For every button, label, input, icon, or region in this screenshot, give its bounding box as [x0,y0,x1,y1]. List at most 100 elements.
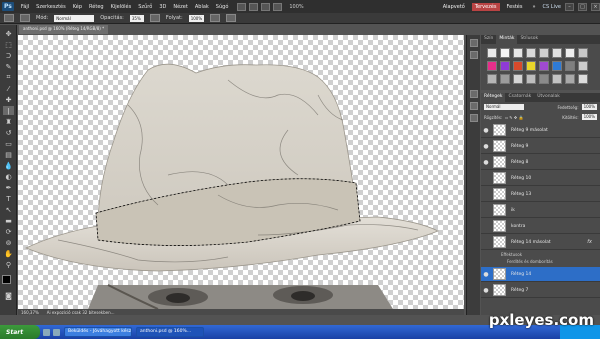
brush-preset-icon[interactable] [4,14,14,22]
foreground-color-swatch[interactable] [2,275,11,284]
lasso-tool-icon[interactable]: ᑐ [3,51,14,60]
effect-item[interactable]: Ferdítés és domborítás [507,259,553,264]
workspace-painting[interactable]: Festés [504,3,526,11]
layer-thumbnail[interactable] [493,156,506,168]
brush-panel-icon[interactable] [470,90,478,98]
visibility-eye-icon[interactable]: ● [481,143,491,150]
eyedropper-tool-icon[interactable]: ⁄ [3,84,14,93]
color-swatch[interactable] [552,74,562,84]
menu-edit[interactable]: Szerkesztés [36,4,66,10]
color-swatch[interactable] [526,74,536,84]
status-zoom[interactable]: 160,37% [21,310,39,315]
taskbar-item-photoshop[interactable]: anthoni.psd @ 160%... [136,327,204,337]
airbrush-icon[interactable] [210,14,221,22]
path-select-tool-icon[interactable]: ↖ [3,205,14,214]
status-info[interactable]: Ai expozíció csak 32 bitesekben... [47,310,115,315]
visibility-eye-icon[interactable]: ● [481,287,491,294]
character-panel-icon[interactable] [470,114,478,122]
opacity-field[interactable]: 35% [129,14,144,22]
menu-filter[interactable]: Szűrő [138,4,152,10]
layer-name[interactable]: kontra [511,224,525,229]
layer-thumbnail[interactable] [493,124,506,136]
menu-view[interactable]: Nézet [173,4,187,10]
restore-icon[interactable]: □ [578,2,587,11]
tab-styles[interactable]: Stílusok [517,35,541,44]
3d-rotate-tool-icon[interactable]: ⟳ [3,227,14,236]
tab-channels[interactable]: Csatornák [505,93,534,102]
layer-thumbnail[interactable] [493,220,506,232]
brush-tool-icon[interactable]: ǀ [3,106,14,115]
layer-row[interactable]: ● Réteg 7 [481,283,600,298]
visibility-eye-icon[interactable]: ● [481,159,491,166]
layer-thumbnail[interactable] [493,188,506,200]
minimize-icon[interactable]: – [565,2,574,11]
layer-row[interactable]: ● Réteg 9 másolat [481,123,600,138]
quicklaunch-icon[interactable] [43,328,50,336]
layer-row[interactable]: Réteg 10 [481,171,600,186]
menu-help[interactable]: Súgó [216,4,229,10]
hand-icon[interactable] [261,2,271,11]
eraser-tool-icon[interactable]: ▭ [3,139,14,148]
layer-name[interactable]: Réteg 8 [511,160,528,165]
layer-name[interactable]: Réteg 13 [511,192,531,197]
quick-mask-icon[interactable]: ◙ [3,291,14,300]
workspace-more-icon[interactable]: » [529,3,538,11]
menu-select[interactable]: Kijelölés [111,4,132,10]
crop-tool-icon[interactable]: ⌗ [3,73,14,82]
menu-3d[interactable]: 3D [159,4,166,10]
dodge-tool-icon[interactable]: ◐ [3,172,14,181]
layer-row[interactable]: Réteg 13 [481,187,600,202]
effects-label[interactable]: Effektusok [501,252,522,257]
close-icon[interactable]: × [591,2,600,11]
layer-thumbnail[interactable] [493,268,506,280]
hand-tool-icon[interactable]: ✋ [3,249,14,258]
tab-paths[interactable]: Útvonalak [534,93,563,102]
color-swatch[interactable] [565,74,575,84]
tab-layers[interactable]: Rétegek [481,93,506,102]
layer-row[interactable]: ● Réteg 9 [481,139,600,154]
layer-thumbnail[interactable] [493,284,506,296]
color-swatch[interactable] [552,61,562,71]
color-swatch[interactable] [500,61,510,71]
color-swatch[interactable] [578,48,588,58]
layer-opacity-field[interactable]: 100% [581,104,597,110]
color-swatch[interactable] [539,48,549,58]
visibility-eye-icon[interactable]: ● [481,127,491,134]
workspace-design[interactable]: Tervezés [471,2,500,11]
tab-color[interactable]: Szín [481,35,496,44]
zoom-icon[interactable] [273,2,283,11]
layer-name[interactable]: Réteg 9 [511,144,528,149]
mode-select[interactable]: Normál [54,14,95,22]
layer-name[interactable]: Réteg 14 másolat [511,240,551,245]
taskbar-item-browser[interactable]: Beküldés - Jóváhagyott kész [64,327,132,337]
menu-layer[interactable]: Réteg [89,4,104,10]
tab-swatches[interactable]: Minták [496,35,518,44]
menu-image[interactable]: Kép [73,4,82,10]
bridge-icon[interactable] [237,2,247,11]
blur-tool-icon[interactable]: 💧 [3,161,14,170]
zoom-tool-icon[interactable]: ⚲ [3,260,14,269]
pressure-opacity-icon[interactable] [149,14,160,22]
color-swatch[interactable] [565,61,575,71]
color-swatch[interactable] [539,74,549,84]
layer-name[interactable]: Réteg 14 [511,272,531,277]
color-swatch[interactable] [487,48,497,58]
pressure-size-icon[interactable] [226,14,237,22]
layer-row[interactable]: ● Réteg 14 [481,267,600,282]
document-tab[interactable]: anthoni.psd @ 160% (Réteg 14/RGB/8) * [19,25,109,34]
clone-source-panel-icon[interactable] [470,102,478,110]
zoom-level[interactable]: 100% [289,4,303,10]
pen-tool-icon[interactable]: ✒ [3,183,14,192]
color-swatch[interactable] [565,48,575,58]
document-canvas[interactable] [18,35,464,309]
layer-name[interactable]: Réteg 7 [511,288,528,293]
color-swatch[interactable] [513,61,523,71]
layer-row[interactable]: kontra [481,219,600,234]
layer-thumbnail[interactable] [493,140,506,152]
quicklaunch-icon-2[interactable] [53,328,60,336]
visibility-eye-icon[interactable]: ● [481,271,491,278]
brush-size-icon[interactable] [20,14,30,22]
layer-name[interactable]: Réteg 9 másolat [511,128,548,133]
color-swatch[interactable] [487,74,497,84]
blend-mode-select[interactable]: Normál [484,104,524,110]
